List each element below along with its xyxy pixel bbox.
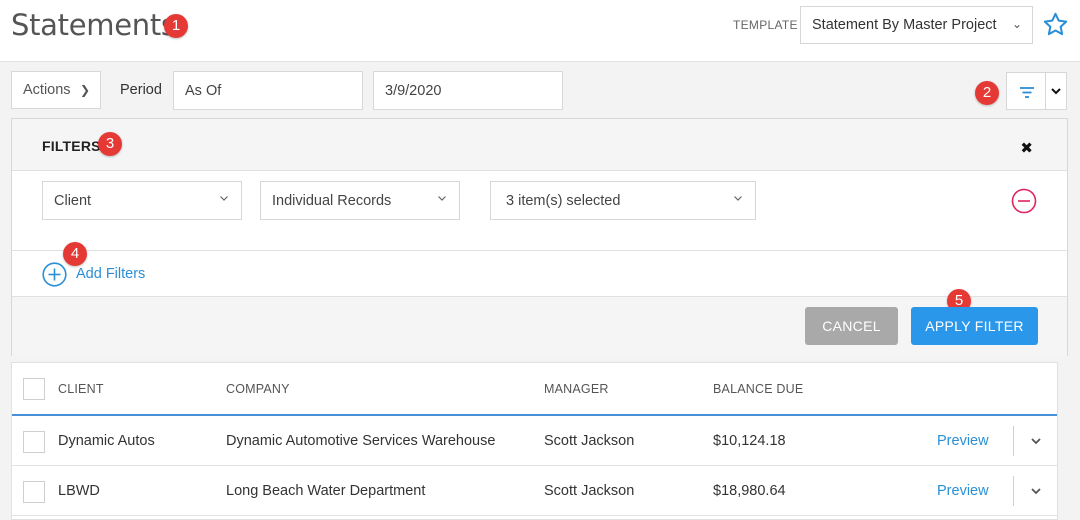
cell-client: Dynamic Autos (58, 433, 155, 449)
chevron-down-icon[interactable] (1030, 486, 1042, 496)
filter-field-value: Client (54, 193, 92, 209)
template-select[interactable]: Statement By Master Project ⌄ (800, 6, 1033, 44)
apply-filter-button[interactable]: APPLY FILTER (911, 307, 1038, 345)
chevron-down-icon: ⌄ (1011, 17, 1022, 31)
top-bar: Statements 1 TEMPLATE Statement By Maste… (0, 0, 1080, 62)
filter-toggle-button[interactable] (1006, 72, 1046, 110)
chevron-down-icon[interactable] (1030, 436, 1042, 446)
chevron-down-icon (438, 196, 446, 201)
table-row: Dynamic Autos Dynamic Automotive Service… (12, 416, 1057, 466)
column-header-company[interactable]: COMPANY (226, 382, 290, 396)
filter-menu-dropdown[interactable] (1045, 72, 1067, 110)
remove-circle-icon[interactable] (1011, 188, 1037, 214)
column-header-manager[interactable]: MANAGER (544, 382, 609, 396)
chevron-down-icon (734, 196, 742, 201)
filter-icon (1020, 87, 1034, 98)
cell-manager: Scott Jackson (544, 433, 635, 449)
add-circle-icon[interactable] (42, 262, 67, 287)
filter-mode-select[interactable]: Individual Records (260, 181, 460, 220)
page-title: Statements (11, 8, 176, 42)
filters-title: FILTERS (42, 138, 101, 154)
filter-mode-value: Individual Records (272, 193, 392, 209)
statements-table: CLIENT COMPANY MANAGER BALANCE DUE Dynam… (11, 362, 1058, 520)
actions-label: Actions (23, 82, 71, 98)
cell-balance-due: $10,124.18 (713, 433, 786, 449)
filter-actions-bar: 5 CANCEL APPLY FILTER (12, 289, 1067, 356)
row-checkbox[interactable] (23, 431, 45, 453)
preview-link[interactable]: Preview (937, 483, 989, 499)
chevron-down-icon (220, 196, 228, 201)
period-select[interactable]: As Of (173, 71, 363, 110)
filter-items-select[interactable]: 3 item(s) selected (490, 181, 756, 220)
filters-panel: FILTERS 3 ✖ Client Individual Records 3 … (11, 118, 1068, 356)
table-row: LBWD Long Beach Water Department Scott J… (12, 466, 1057, 516)
filter-row: Client Individual Records 3 item(s) sele… (12, 171, 1067, 251)
filter-items-value: 3 item(s) selected (506, 193, 621, 209)
step-badge-3: 3 (98, 132, 122, 156)
cell-company: Long Beach Water Department (226, 483, 426, 499)
filter-field-select[interactable]: Client (42, 181, 242, 220)
close-icon[interactable]: ✖ (1020, 139, 1033, 157)
template-select-value: Statement By Master Project (812, 17, 997, 33)
chevron-down-icon: ❯ (79, 83, 90, 97)
cell-client: LBWD (58, 483, 100, 499)
divider (1013, 426, 1014, 456)
column-header-balance-due[interactable]: BALANCE DUE (713, 382, 803, 396)
step-badge-2: 2 (975, 81, 999, 105)
date-input[interactable]: 3/9/2020 (373, 71, 563, 110)
select-all-checkbox[interactable] (23, 378, 45, 400)
divider (1013, 476, 1014, 506)
column-header-client[interactable]: CLIENT (58, 382, 104, 396)
preview-link[interactable]: Preview (937, 433, 989, 449)
add-filters-row: 4 Add Filters (12, 242, 1067, 297)
period-label: Period (120, 82, 162, 98)
step-badge-1: 1 (164, 14, 188, 38)
chevron-down-icon (1051, 88, 1061, 95)
table-header: CLIENT COMPANY MANAGER BALANCE DUE (12, 363, 1057, 416)
filters-header: FILTERS 3 ✖ (12, 119, 1067, 171)
template-label: TEMPLATE (733, 18, 798, 32)
actions-button[interactable]: Actions ❯ (11, 71, 101, 109)
star-icon[interactable] (1042, 11, 1069, 38)
cell-manager: Scott Jackson (544, 483, 635, 499)
cell-company: Dynamic Automotive Services Warehouse (226, 433, 496, 449)
cell-balance-due: $18,980.64 (713, 483, 786, 499)
add-filters-link[interactable]: Add Filters (76, 266, 145, 282)
cancel-button[interactable]: CANCEL (805, 307, 898, 345)
row-checkbox[interactable] (23, 481, 45, 503)
